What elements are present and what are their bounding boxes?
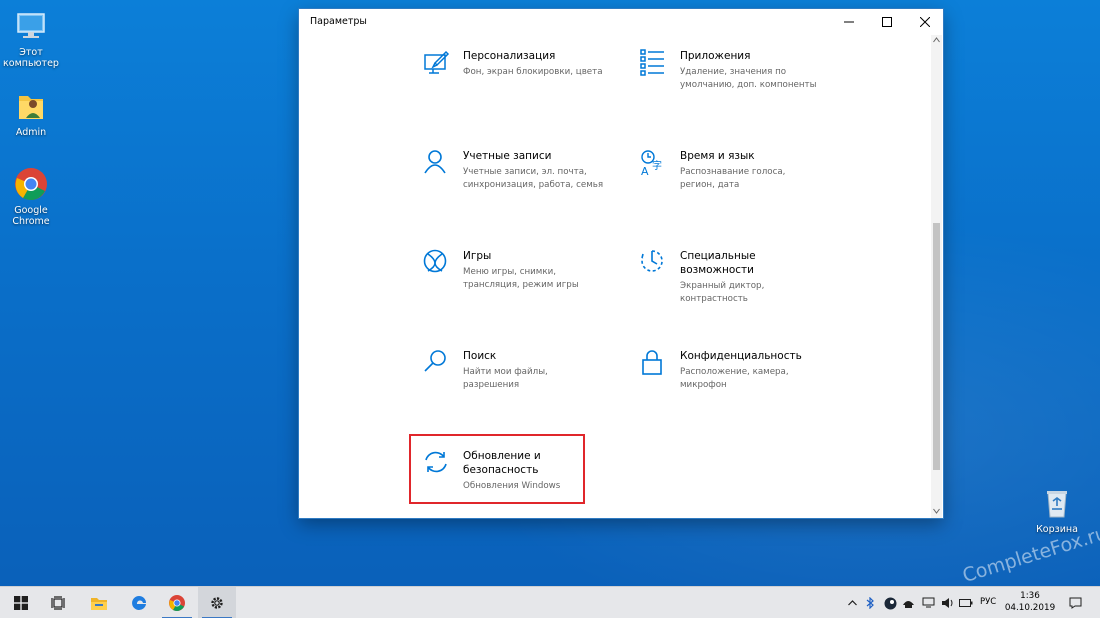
tray-overflow-button[interactable] — [845, 596, 859, 610]
tile-description: Фон, экран блокировки, цвета — [463, 67, 603, 77]
close-icon — [920, 17, 930, 27]
taskbar-edge[interactable] — [120, 587, 158, 618]
title-bar[interactable]: Параметры — [299, 9, 943, 35]
accounts-icon — [423, 149, 451, 177]
tile-description: Распознавание голоса, регион, дата — [680, 167, 786, 190]
app-tray-icon — [902, 600, 914, 608]
taskbar-chrome[interactable] — [158, 587, 196, 618]
scroll-down-icon[interactable] — [933, 508, 940, 514]
tray-app[interactable] — [901, 596, 915, 610]
tile-apps[interactable]: Приложения Удаление, значения по умолчан… — [640, 49, 840, 119]
file-explorer-icon — [91, 598, 107, 610]
tile-ease-of-access[interactable]: Специальные возможности Экранный диктор,… — [640, 249, 840, 319]
tile-title: Приложения — [680, 50, 751, 62]
action-center-button[interactable] — [1068, 596, 1082, 610]
desktop-icon-recycle-bin[interactable]: Корзина — [1026, 485, 1088, 535]
tile-title: Персонализация — [463, 50, 556, 62]
scrollbar[interactable] — [931, 35, 942, 518]
chrome-icon — [13, 166, 49, 202]
close-button[interactable] — [905, 9, 945, 35]
desktop: Этот компьютер Admin Google Chrome Корзи… — [0, 0, 1100, 618]
clock[interactable]: 1:36 04.10.2019 — [1003, 590, 1057, 614]
language-indicator[interactable]: РУС — [980, 597, 996, 607]
chrome-icon — [169, 595, 185, 611]
tile-title: Конфиденциальность — [680, 350, 802, 362]
tile-description: Расположение, камера, микрофон — [680, 367, 789, 390]
tray-volume[interactable] — [940, 596, 954, 610]
maximize-icon — [882, 17, 892, 27]
bluetooth-icon — [866, 597, 874, 609]
tile-accounts[interactable]: Учетные записи Учетные записи, эл. почта… — [423, 149, 623, 219]
svg-text:字: 字 — [652, 159, 662, 172]
maximize-button[interactable] — [867, 9, 907, 35]
minimize-button[interactable] — [829, 9, 869, 35]
window-title: Параметры — [310, 16, 367, 27]
tray-network[interactable] — [921, 596, 935, 610]
tile-gaming[interactable]: Игры Меню игры, снимки, трансляция, режи… — [423, 249, 623, 319]
tile-title: Специальные возможности — [680, 250, 756, 276]
this-pc-icon — [13, 8, 49, 44]
tile-title: Время и язык — [680, 150, 755, 162]
settings-window: Параметры Персонализация Фон, экран блок… — [299, 9, 943, 518]
tile-title: Поиск — [463, 350, 497, 362]
clock-time: 1:36 — [1020, 591, 1040, 601]
task-view-icon — [51, 596, 65, 610]
settings-gear-icon — [211, 597, 223, 609]
tile-description: Удаление, значения по умолчанию, доп. ко… — [680, 67, 817, 90]
personalization-icon — [423, 49, 451, 77]
taskbar-settings[interactable] — [198, 587, 236, 618]
tile-description: Меню игры, снимки, трансляция, режим игр… — [463, 267, 579, 290]
tile-search[interactable]: Поиск Найти мои файлы, разрешения — [423, 349, 623, 419]
highlight-frame — [409, 434, 585, 504]
taskbar-file-explorer[interactable] — [80, 587, 118, 618]
recycle-bin-icon — [1039, 485, 1075, 521]
volume-icon — [941, 598, 952, 608]
windows-start-icon — [14, 596, 28, 610]
time-language-icon: A 字 — [640, 149, 668, 178]
tile-description: Учетные записи, эл. почта, синхронизация… — [463, 167, 604, 190]
tile-description: Найти мои файлы, разрешения — [463, 367, 548, 390]
clock-date: 04.10.2019 — [1004, 603, 1056, 613]
tile-title: Учетные записи — [463, 150, 552, 162]
tile-time-language[interactable]: A 字 Время и язык Распознавание голоса, р… — [640, 149, 840, 219]
minimize-icon — [844, 21, 854, 23]
tile-privacy[interactable]: Конфиденциальность Расположение, камера,… — [640, 349, 840, 419]
task-view-button[interactable] — [40, 587, 78, 618]
desktop-icon-label: Google Chrome — [12, 205, 50, 227]
user-folder-icon — [13, 88, 49, 124]
taskbar: РУС 1:36 04.10.2019 — [0, 586, 1100, 618]
steam-icon — [884, 597, 896, 609]
desktop-icon-label: Этот компьютер — [3, 47, 59, 69]
tray-battery[interactable] — [959, 596, 973, 610]
lock-icon — [640, 349, 668, 377]
chevron-up-icon — [847, 600, 857, 606]
desktop-icon-label: Admin — [15, 127, 47, 138]
tile-description: Экранный диктор, контрастность — [680, 281, 765, 304]
tray-bluetooth[interactable] — [863, 596, 877, 610]
ease-of-access-icon — [640, 249, 668, 277]
tile-personalization[interactable]: Персонализация Фон, экран блокировки, цв… — [423, 49, 623, 119]
notification-icon — [1069, 597, 1081, 609]
desktop-icon-chrome[interactable]: Google Chrome — [0, 166, 62, 227]
network-icon — [922, 597, 934, 608]
edge-icon — [132, 596, 146, 610]
desktop-icon-this-pc[interactable]: Этот компьютер — [0, 8, 62, 69]
xbox-icon — [423, 249, 451, 277]
tile-title: Игры — [463, 250, 492, 262]
scroll-up-icon[interactable] — [933, 37, 940, 43]
tray-steam[interactable] — [883, 596, 897, 610]
desktop-icon-admin[interactable]: Admin — [0, 88, 62, 138]
start-button[interactable] — [2, 587, 40, 618]
apps-icon — [640, 49, 668, 77]
search-icon — [423, 349, 451, 377]
scroll-thumb[interactable] — [933, 223, 940, 470]
svg-text:A: A — [641, 165, 649, 177]
battery-icon — [959, 599, 973, 607]
